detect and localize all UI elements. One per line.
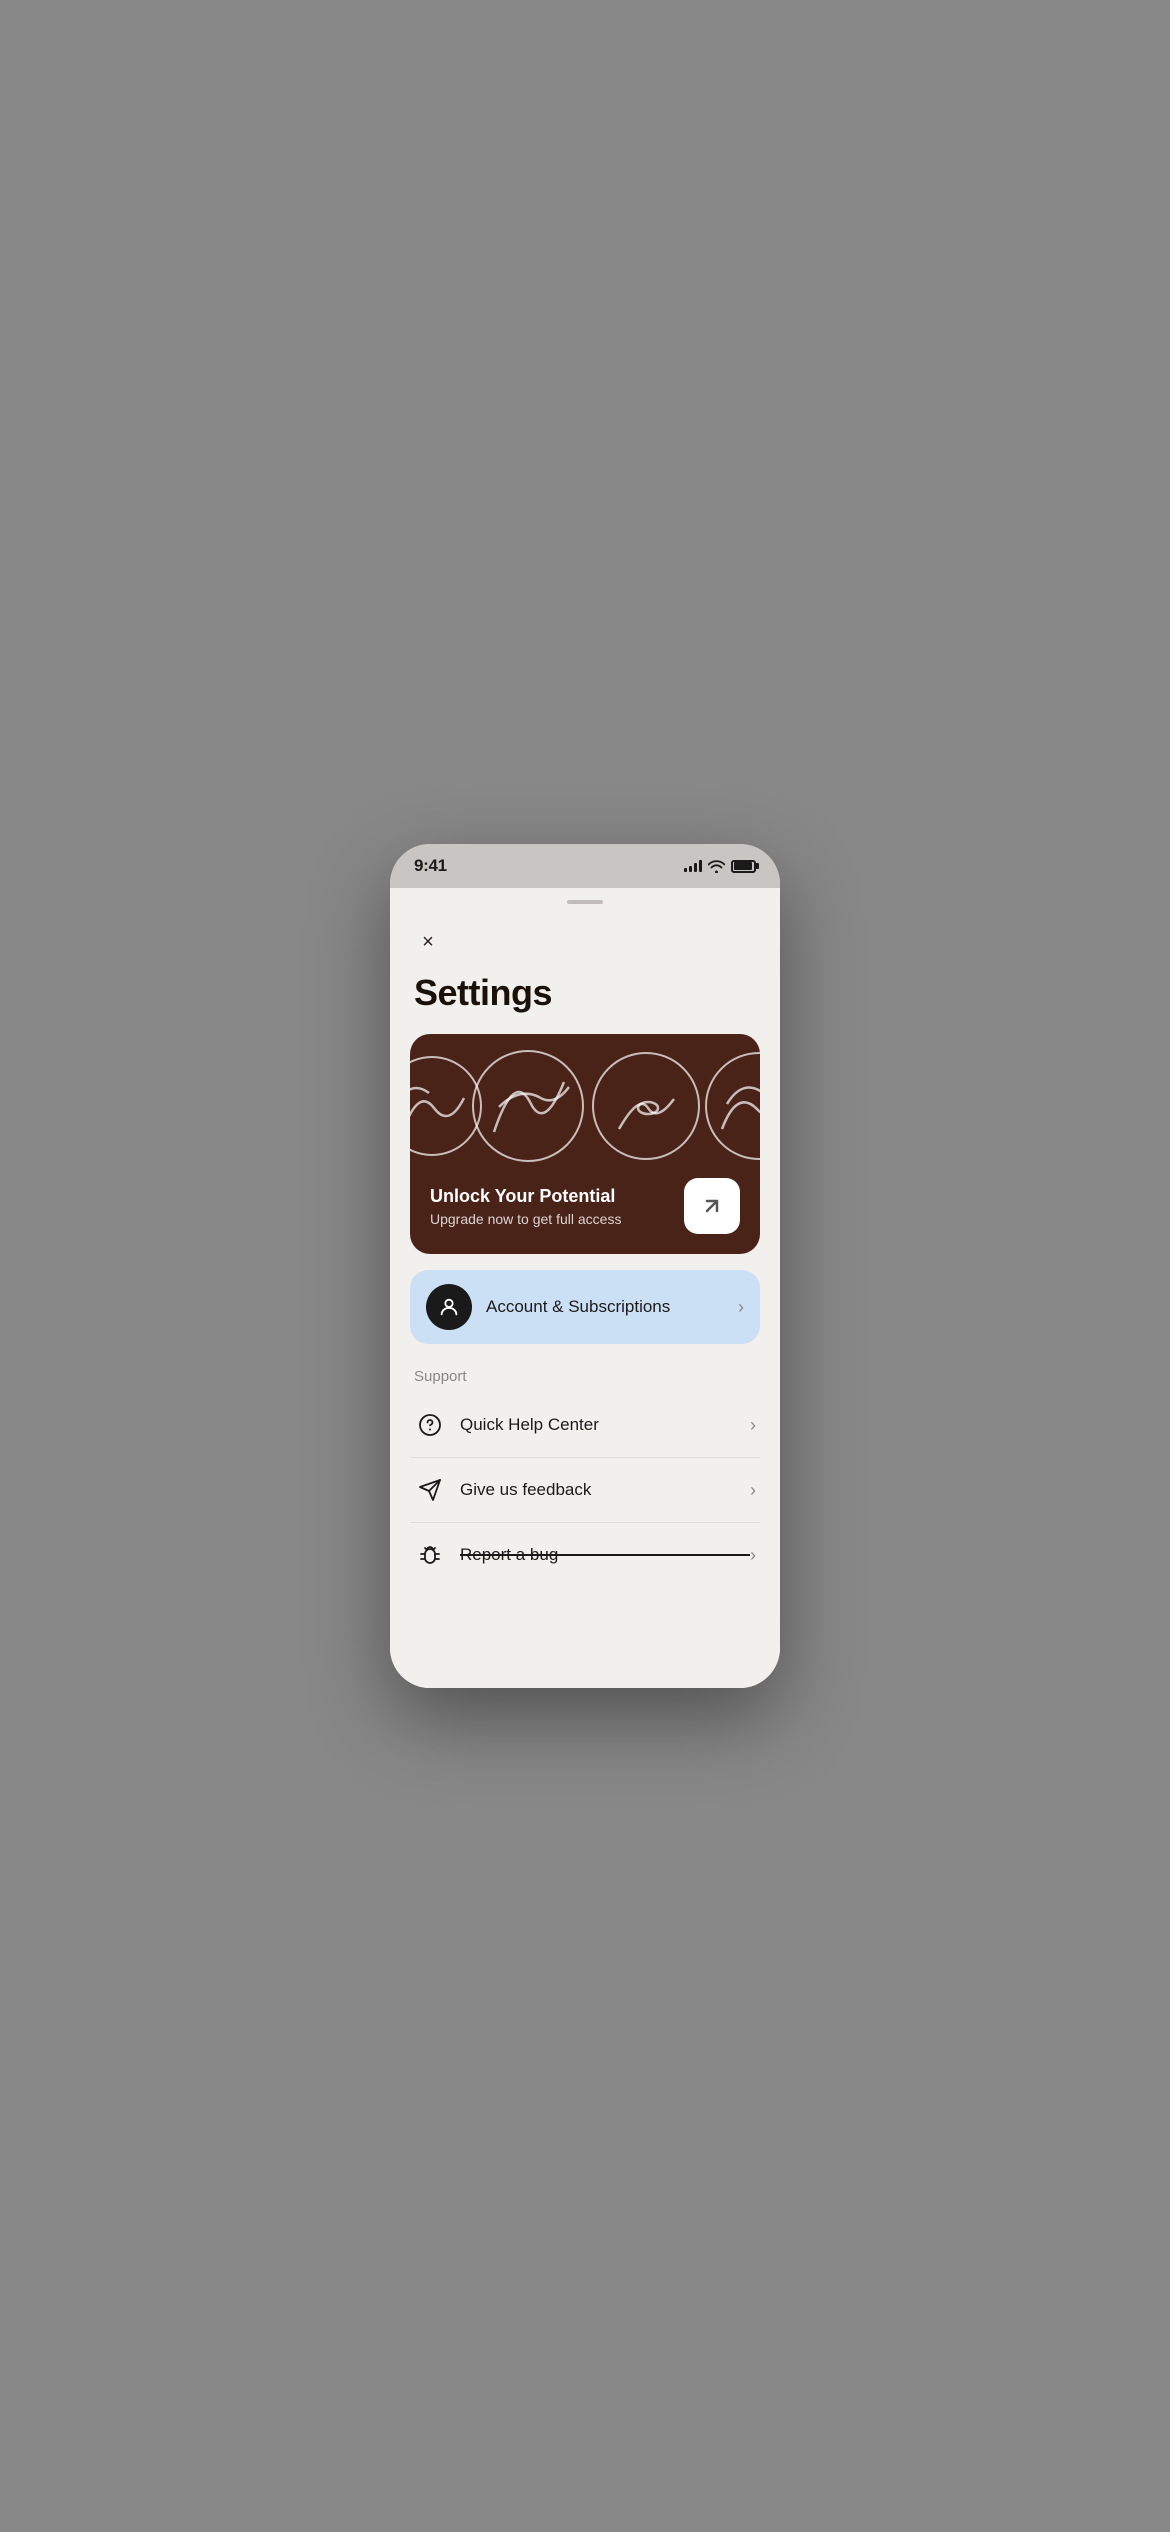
promo-card[interactable]: Unlock Your Potential Upgrade now to get…: [410, 1034, 760, 1254]
account-label: Account & Subscriptions: [486, 1297, 738, 1317]
deco-circle-3: [592, 1052, 700, 1160]
support-section-label: Support: [410, 1368, 760, 1385]
status-icons: [684, 860, 756, 873]
close-button[interactable]: ×: [406, 920, 450, 964]
signal-bars-icon: [684, 860, 702, 872]
question-circle-icon: [414, 1409, 446, 1441]
account-subscriptions-button[interactable]: Account & Subscriptions ›: [410, 1270, 760, 1344]
account-section: Account & Subscriptions ›: [410, 1270, 760, 1344]
menu-item-bug[interactable]: Report a bug ›: [410, 1523, 760, 1587]
promo-title: Unlock Your Potential: [430, 1186, 621, 1207]
help-chevron-icon: ›: [750, 1415, 756, 1436]
page-title: Settings: [390, 964, 780, 1034]
help-label: Quick Help Center: [460, 1415, 750, 1435]
bug-label: Report a bug: [460, 1545, 750, 1565]
battery-icon: [731, 860, 756, 873]
close-icon: ×: [422, 931, 434, 954]
menu-item-feedback[interactable]: Give us feedback ›: [410, 1458, 760, 1523]
deco-circle-2: [472, 1050, 584, 1162]
account-chevron-icon: ›: [738, 1297, 744, 1318]
status-bar: 9:41: [390, 844, 780, 888]
promo-card-bottom: Unlock Your Potential Upgrade now to get…: [430, 1178, 740, 1234]
bug-icon: [414, 1539, 446, 1571]
arrow-up-right-icon: [700, 1194, 724, 1218]
status-time: 9:41: [414, 856, 447, 876]
send-icon: [414, 1474, 446, 1506]
bug-chevron-icon: ›: [750, 1545, 756, 1566]
avatar: [426, 1284, 472, 1330]
support-section: Support Quick Help Center ›: [410, 1368, 760, 1587]
support-menu-list: Quick Help Center › Give us feedback ›: [410, 1393, 760, 1587]
settings-sheet: × Settings: [390, 888, 780, 1688]
wifi-icon: [708, 860, 725, 873]
drag-handle[interactable]: [567, 900, 603, 904]
menu-item-help[interactable]: Quick Help Center ›: [410, 1393, 760, 1458]
feedback-chevron-icon: ›: [750, 1480, 756, 1501]
promo-text: Unlock Your Potential Upgrade now to get…: [430, 1186, 621, 1227]
promo-subtitle: Upgrade now to get full access: [430, 1211, 621, 1227]
phone-frame: 9:41 × Settings: [390, 844, 780, 1688]
deco-circle-4: [705, 1052, 760, 1160]
person-icon: [438, 1296, 460, 1318]
promo-upgrade-button[interactable]: [684, 1178, 740, 1234]
feedback-label: Give us feedback: [460, 1480, 750, 1500]
